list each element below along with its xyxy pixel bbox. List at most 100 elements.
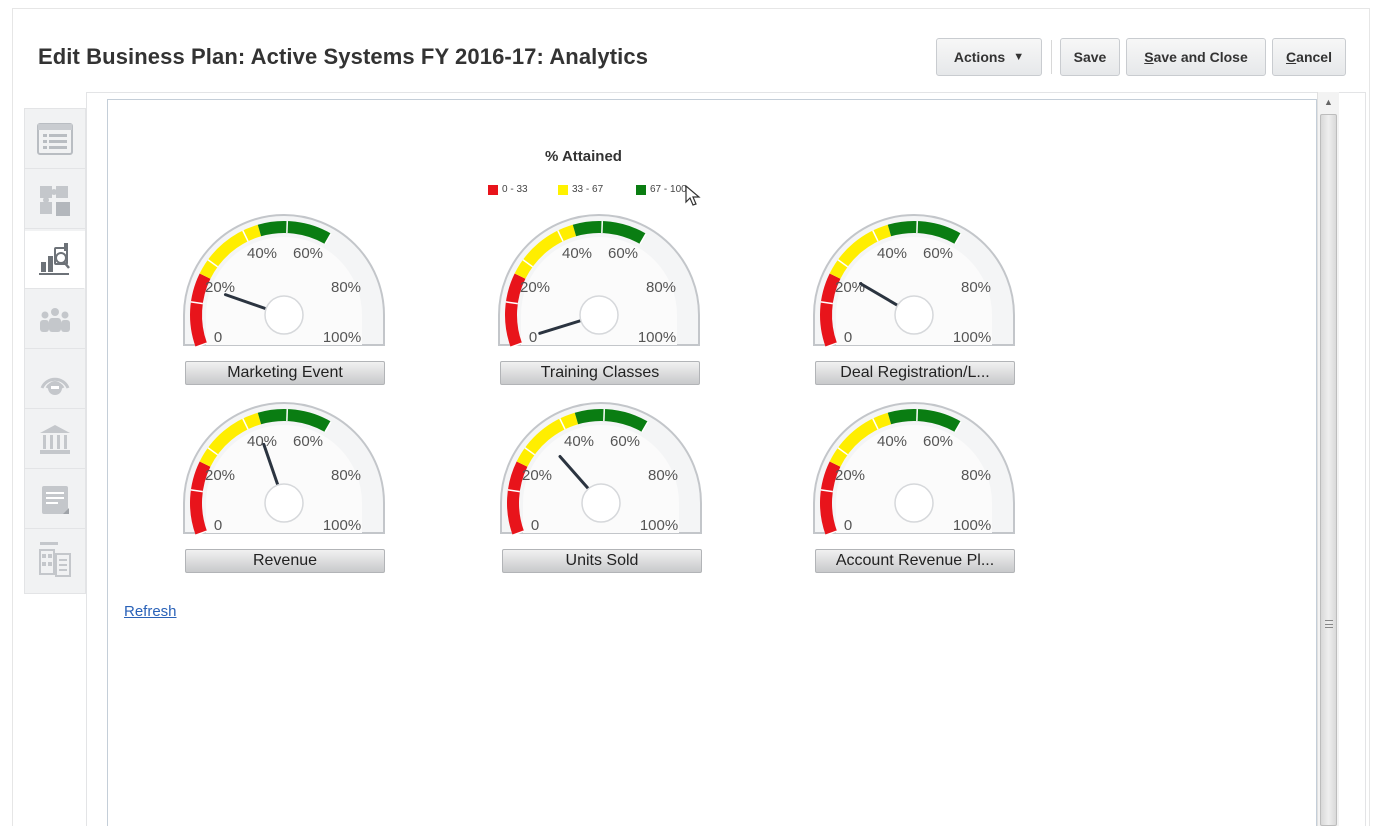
team-icon xyxy=(40,307,70,332)
toolbar-separator xyxy=(1051,40,1052,74)
gauge-tick-label: 60% xyxy=(923,245,953,262)
gauge-hub xyxy=(581,483,621,523)
gauge-hub xyxy=(264,483,304,523)
side-tab-puzzle[interactable] xyxy=(25,171,85,229)
gauge-tick-label: 80% xyxy=(331,279,361,296)
cancel-mnemonic: C xyxy=(1286,49,1297,65)
chart-legend-title: % Attained xyxy=(545,148,622,165)
gauge-dial: 0 20% 40% 60% 80% 100% xyxy=(183,214,385,348)
page-title: Edit Business Plan: Active Systems FY 20… xyxy=(38,44,649,69)
side-tab-list[interactable] xyxy=(25,111,85,169)
legend-item-high: 67 - 100 xyxy=(636,184,687,195)
gauge-tick-label: 0 xyxy=(214,329,222,346)
scroll-thumb[interactable] xyxy=(1320,114,1337,826)
legend-item-mid: 33 - 67 xyxy=(558,184,603,195)
save-button[interactable]: Save xyxy=(1060,38,1120,76)
gauge-dial: 0 20% 40% 60% 80% 100% xyxy=(498,214,700,348)
gauge-tick-label: 60% xyxy=(608,245,638,262)
legend-label: 67 - 100 xyxy=(650,184,687,195)
legend-item-low: 0 - 33 xyxy=(488,184,528,195)
gauge-tick-label: 100% xyxy=(953,517,991,534)
gauge-tick-label: 40% xyxy=(562,245,592,262)
gauge-tick-label: 40% xyxy=(877,245,907,262)
actions-menu-button[interactable]: Actions ▼ xyxy=(936,38,1042,76)
save-close-mnemonic: S xyxy=(1144,49,1154,65)
gauge-tick-label: 80% xyxy=(961,467,991,484)
list-icon xyxy=(37,122,73,155)
scroll-up-arrow-icon[interactable]: ▲ xyxy=(1318,92,1339,112)
bank-icon xyxy=(40,424,70,454)
legend-label: 0 - 33 xyxy=(502,184,528,195)
side-tab-stats[interactable] xyxy=(25,531,85,589)
gauge-label[interactable]: Training Classes xyxy=(500,361,700,385)
analytics-icon xyxy=(38,242,70,275)
gauge-tick-label: 20% xyxy=(205,467,235,484)
gauge-tick-label: 100% xyxy=(953,329,991,346)
side-tab-team[interactable] xyxy=(25,291,85,349)
gauge-tick-label: 80% xyxy=(648,467,678,484)
gauge-tick-label: 0 xyxy=(844,517,852,534)
gauge-label[interactable]: Deal Registration/L... xyxy=(815,361,1015,385)
legend-label: 33 - 67 xyxy=(572,184,604,195)
side-tab-signal[interactable] xyxy=(25,351,85,409)
gauge-tick-label: 60% xyxy=(610,433,640,450)
gauge-hub xyxy=(894,295,934,335)
gauge-hub xyxy=(264,295,304,335)
gauge-deal-registration: 0 20% 40% 60% 80% 100% Deal Registration/L... xyxy=(810,210,1030,385)
note-icon xyxy=(42,485,69,514)
cancel-button[interactable]: Cancel xyxy=(1272,38,1346,76)
gauge-label[interactable]: Account Revenue Pl... xyxy=(815,549,1015,573)
save-close-label: ave and Close xyxy=(1153,49,1248,65)
gauge-tick-label: 100% xyxy=(323,517,361,534)
gauge-tick-label: 0 xyxy=(529,329,537,346)
gauge-tick-label: 20% xyxy=(520,279,550,296)
gauge-tick-label: 20% xyxy=(835,467,865,484)
gauge-account-revenue-plan: 0 20% 40% 60% 80% 100% Account Revenue Pl... xyxy=(810,398,1030,573)
gauge-tick-label: 20% xyxy=(835,279,865,296)
gauge-label[interactable]: Marketing Event xyxy=(185,361,385,385)
gauge-tick-label: 100% xyxy=(323,329,361,346)
gauge-marketing-event: 0 20% 40% 60% 80% 100% Marketing Event xyxy=(180,210,400,385)
actions-label: Actions xyxy=(953,49,1006,65)
vertical-scrollbar[interactable]: ▲ xyxy=(1317,92,1339,826)
grip-icon xyxy=(1325,620,1333,628)
legend-swatch-red xyxy=(488,184,498,195)
gauge-tick-label: 0 xyxy=(844,329,852,346)
gauge-dial: 0 20% 40% 60% 80% 100% xyxy=(813,214,1015,348)
gauge-label[interactable]: Revenue xyxy=(185,549,385,573)
stats-icon xyxy=(39,542,71,577)
side-tab-note[interactable] xyxy=(25,471,85,529)
side-tab-bank[interactable] xyxy=(25,411,85,469)
gauge-tick-label: 60% xyxy=(923,433,953,450)
refresh-link[interactable]: Refresh xyxy=(124,603,177,620)
mouse-pointer-icon xyxy=(685,184,701,206)
legend-swatch-green xyxy=(636,184,646,195)
gauge-dial: 0 20% 40% 60% 80% 100% xyxy=(500,402,702,536)
gauge-tick-label: 100% xyxy=(640,517,678,534)
gauge-dial: 0 20% 40% 60% 80% 100% xyxy=(183,402,385,536)
gauge-training-classes: 0 20% 40% 60% 80% 100% Training Classes xyxy=(495,210,715,385)
gauge-tick-label: 40% xyxy=(247,433,277,450)
gauge-tick-label: 60% xyxy=(293,433,323,450)
gauge-units-sold: 0 20% 40% 60% 80% 100% Units Sold xyxy=(497,398,717,573)
gauge-tick-label: 100% xyxy=(638,329,676,346)
side-tab-bar xyxy=(24,108,86,594)
save-and-close-button[interactable]: Save and Close xyxy=(1126,38,1266,76)
cancel-label: ancel xyxy=(1296,49,1332,65)
gauge-tick-label: 80% xyxy=(331,467,361,484)
side-tab-analytics[interactable] xyxy=(25,231,85,289)
gauge-dial: 0 20% 40% 60% 80% 100% xyxy=(813,402,1015,536)
gauge-tick-label: 40% xyxy=(877,433,907,450)
gauge-label[interactable]: Units Sold xyxy=(502,549,702,573)
puzzle-icon xyxy=(40,185,70,216)
gauge-hub xyxy=(579,295,619,335)
signal-icon xyxy=(40,377,70,395)
gauge-tick-label: 40% xyxy=(247,245,277,262)
gauge-revenue: 0 20% 40% 60% 80% 100% Revenue xyxy=(180,398,400,573)
gauge-tick-label: 80% xyxy=(646,279,676,296)
caret-down-icon: ▼ xyxy=(1013,51,1025,63)
gauge-tick-label: 0 xyxy=(531,517,539,534)
gauge-tick-label: 40% xyxy=(564,433,594,450)
gauge-tick-label: 20% xyxy=(522,467,552,484)
legend-swatch-yellow xyxy=(558,184,568,195)
